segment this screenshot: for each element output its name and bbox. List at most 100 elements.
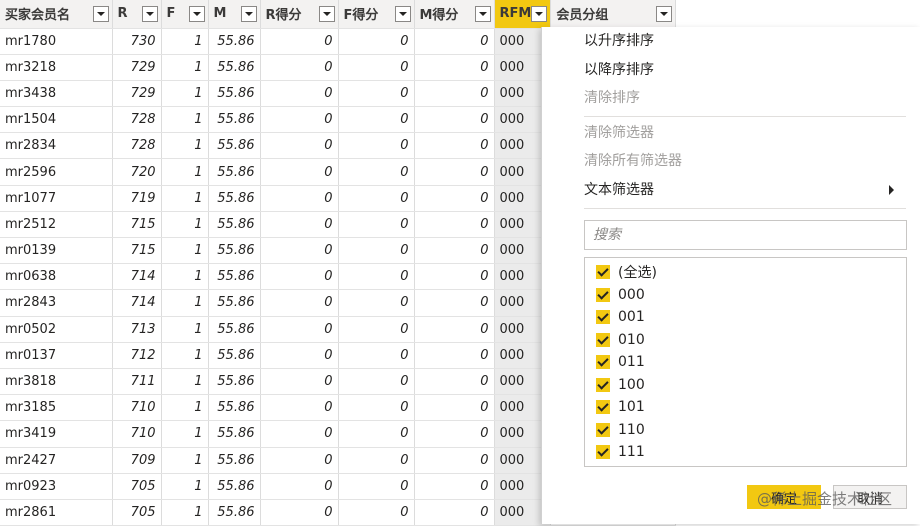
column-header-grp[interactable]: 会员分组 [550,0,677,29]
checkbox-checked-icon[interactable] [596,377,610,392]
table-cell: mr3185 [0,394,113,422]
table-cell: 0 [338,106,415,134]
table-cell: 0 [338,473,415,500]
table-cell: 714 [112,263,162,291]
table-cell: 1 [161,185,209,212]
table-cell: 1 [161,316,209,343]
table-cell: 0 [260,316,339,343]
table-cell: 0 [338,211,415,239]
filter-option[interactable]: 101 [596,397,645,417]
table-cell: 714 [112,289,162,317]
table-cell: 1 [161,158,209,186]
table-cell: 55.86 [208,106,261,134]
table-cell: 728 [112,106,162,134]
checkbox-checked-icon[interactable] [596,265,610,279]
table-cell: mr3818 [0,368,113,396]
filter-option[interactable]: 010 [596,330,645,350]
table-cell: 0 [338,54,415,81]
column-header-f[interactable]: F [161,0,209,29]
column-header-rs[interactable]: R得分 [260,0,339,29]
ok-button[interactable]: 确定 [747,485,821,509]
column-dropdown-button[interactable] [474,5,491,22]
table-cell: 0 [338,368,415,396]
checkbox-checked-icon[interactable] [596,355,610,369]
filter-option[interactable]: 111 [596,442,645,462]
column-header-fs[interactable]: F得分 [338,0,415,29]
filter-option[interactable]: 011 [596,352,645,372]
clear-filter-item[interactable]: 清除筛选器 [584,122,654,144]
table-cell: 711 [112,368,162,396]
table-cell: 55.86 [208,420,261,448]
filter-option[interactable]: 110 [596,420,645,440]
table-cell: mr0923 [0,473,113,500]
filter-options-list: (全选) 000 001 010 011 100 101 110 111 [584,257,907,467]
cancel-button[interactable]: 取消 [833,485,907,509]
column-header-rfm[interactable]: RFM [494,0,552,29]
column-dropdown-button[interactable] [92,5,109,22]
table-cell: 1 [161,80,209,108]
column-header-label: 买家会员名 [5,8,71,24]
checkbox-checked-icon[interactable] [596,310,610,324]
table-cell: 0 [414,499,495,526]
column-header-name[interactable]: 买家会员名 [0,0,113,29]
column-dropdown-button[interactable] [318,5,335,22]
clear-sort-item[interactable]: 清除排序 [584,87,640,109]
checkbox-checked-icon[interactable] [596,287,610,302]
table-cell: 1 [161,420,209,448]
column-dropdown-button[interactable] [240,5,257,22]
column-dropdown-button[interactable] [656,5,673,22]
table-cell: 0 [414,447,495,474]
table-cell: 1 [161,368,209,396]
column-header-m[interactable]: M [208,0,261,29]
table-cell: 55.86 [208,54,261,81]
table-cell: mr0137 [0,342,113,369]
table-cell: 1 [161,473,209,500]
table-cell: 0 [260,132,339,160]
checkbox-checked-icon[interactable] [596,400,610,414]
filter-option[interactable]: 100 [596,375,645,395]
sort-ascending-item[interactable]: 以升序排序 [584,30,654,52]
text-filter-item[interactable]: 文本筛选器 [584,179,906,201]
table-cell: 0 [260,211,339,239]
sort-descending-item[interactable]: 以降序排序 [584,59,654,81]
table-cell: 55.86 [208,80,261,108]
table-cell: 0 [338,80,415,108]
table-cell: 0 [414,473,495,500]
checkbox-checked-icon[interactable] [596,422,610,437]
table-cell: 713 [112,316,162,343]
chevron-down-icon [322,11,331,16]
table-cell: 0 [414,185,495,212]
search-input[interactable] [584,220,907,250]
column-dropdown-button[interactable] [141,5,158,22]
checkbox-checked-icon[interactable] [596,332,610,347]
column-dropdown-button[interactable] [394,5,411,22]
table-cell: 1 [161,394,209,422]
column-header-r[interactable]: R [112,0,162,29]
clear-all-filters-item[interactable]: 清除所有筛选器 [584,150,682,172]
filter-option[interactable]: 001 [596,307,645,327]
table-cell: 0 [414,80,495,108]
table-cell: 55.86 [208,342,261,369]
table-cell: 709 [112,447,162,474]
column-header-ms[interactable]: M得分 [414,0,495,29]
table-cell: 0 [414,54,495,81]
table-cell: 0 [414,316,495,343]
table-cell: 1 [161,263,209,291]
table-cell: 1 [161,132,209,160]
table-cell: 1 [161,211,209,239]
table-cell: 0 [260,158,339,186]
table-cell: 55.86 [208,289,261,317]
column-dropdown-button[interactable] [531,5,548,22]
table-cell: mr1077 [0,185,113,212]
checkbox-checked-icon[interactable] [596,445,610,459]
table-cell: mr1504 [0,106,113,134]
table-cell: 0 [414,420,495,448]
submenu-arrow-icon [889,185,894,195]
filter-option[interactable]: 000 [596,285,645,305]
table-cell: 0 [338,237,415,265]
chevron-down-icon [192,11,201,16]
filter-option[interactable]: (全选) [596,262,657,282]
column-dropdown-button[interactable] [188,5,205,22]
table-cell: 0 [338,420,415,448]
chevron-down-icon [478,11,487,16]
